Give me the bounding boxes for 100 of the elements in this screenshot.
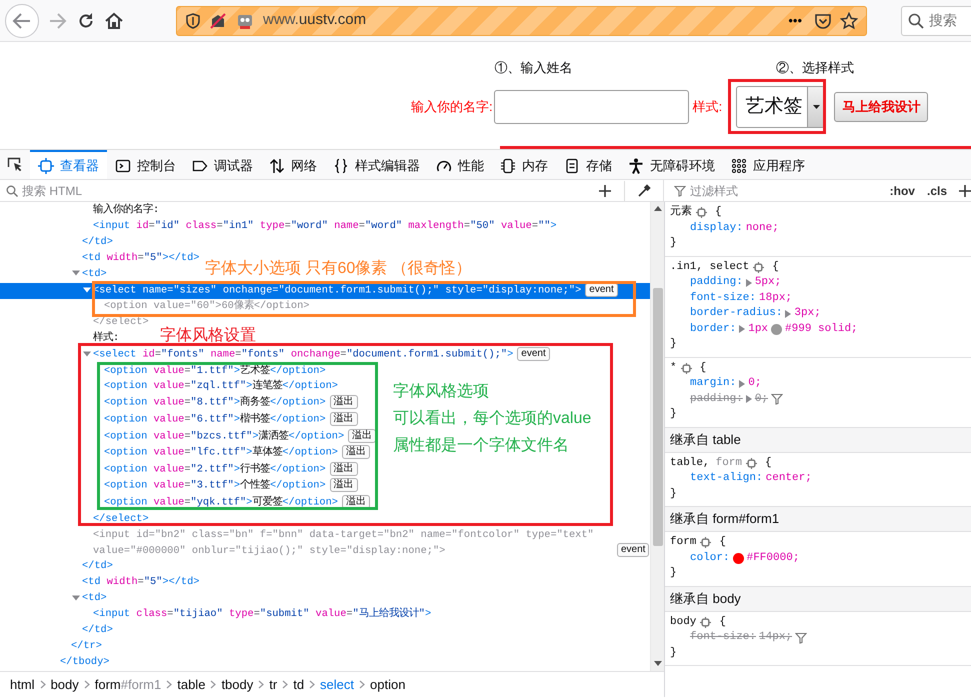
markup-line[interactable]: <select name="sizes" onchange="document.form1.submit();" style="display:none;"> [93,284,582,296]
back-icon[interactable] [4,2,40,38]
devtools-tab[interactable]: 查看器 [30,150,107,179]
property-value[interactable]: 0; [748,376,762,392]
filter-icon[interactable] [771,393,784,406]
breadcrumb-item[interactable]: body [48,674,81,694]
markup-line[interactable]: <option value="yqk.ttf">可爱签</option> [104,496,338,509]
markup-line[interactable]: <td> [82,592,107,604]
overflow-badge[interactable]: 溢出 [330,462,358,476]
expanded-triangle-icon[interactable] [82,350,93,358]
property-name[interactable]: margin: [690,376,736,392]
markup-line[interactable]: <input class="tijiao" type="submit" value="马上给我设计"> [93,608,432,620]
expand-triangle-icon[interactable] [785,310,792,318]
scroll-up-arrow-icon[interactable] [654,206,662,211]
devtools-tab[interactable]: 性能 [428,150,492,179]
breadcrumb-item[interactable]: form#form1 [92,674,164,694]
property-value[interactable]: center; [766,471,812,486]
star-icon[interactable] [840,12,858,30]
markup-line[interactable]: 样式: [93,332,120,344]
property-name[interactable]: font-size: [690,290,756,306]
markup-line[interactable]: <td width="5"></td> [82,576,200,588]
markup-line[interactable]: </tbody> [60,656,110,668]
overflow-badge[interactable]: 溢出 [330,412,358,426]
property-value[interactable]: 5px; [754,275,782,290]
shield-icon[interactable] [185,12,201,28]
scrollbar-thumb[interactable] [653,288,663,546]
expand-triangle-icon[interactable] [739,325,746,334]
filter-icon[interactable] [795,632,808,644]
devtools-tab[interactable]: 应用程序 [723,150,813,179]
property-value[interactable]: 1px [748,322,768,337]
overflow-badge[interactable]: 溢出 [330,478,358,492]
markup-line[interactable]: <select id="fonts" name="fonts" onchange="document.form1.submit();"> [93,348,514,361]
cls-toggle[interactable]: .cls [926,182,947,200]
markup-line[interactable]: 输入你的名字: [93,204,160,216]
breadcrumb-item[interactable]: select [318,674,356,694]
breadcrumb-item[interactable]: tr [267,674,280,694]
markup-line[interactable]: <td width="5"></td> [82,252,200,264]
devtools-tab[interactable]: 样式编辑器 [325,150,428,179]
markup-line[interactable]: <option value="2.ttf">行书签</option> [104,464,326,476]
node-highlight-icon[interactable] [680,362,692,374]
property-name[interactable]: color: [690,550,730,566]
home-icon[interactable] [104,10,124,30]
node-highlight-icon[interactable] [753,262,764,273]
devtools-tab[interactable]: 控制台 [107,150,184,179]
expanded-triangle-icon[interactable] [71,268,82,277]
event-badge[interactable]: event [617,542,650,557]
devtools-tab[interactable]: 无障碍环境 [620,150,723,179]
pocket-icon[interactable] [814,12,832,30]
name-input[interactable] [494,90,689,124]
expanded-triangle-icon[interactable] [71,594,82,602]
breadcrumb-item[interactable]: html [8,674,37,694]
property-value[interactable]: none; [746,220,779,236]
expand-triangle-icon[interactable] [746,395,752,404]
style-select[interactable]: 艺术签 [736,86,826,128]
expand-triangle-icon[interactable] [746,278,752,287]
devtools-tab[interactable]: 存储 [556,150,620,179]
element-picker-icon[interactable] [7,156,23,172]
node-highlight-icon[interactable] [700,537,712,548]
property-name[interactable]: display: [690,220,743,236]
markup-line[interactable]: <option value="3.ttf">个性签</option> [104,480,326,492]
page-actions-menu[interactable]: ••• [788,10,802,30]
property-name[interactable]: border: [690,322,736,337]
color-swatch[interactable] [771,324,782,335]
property-value[interactable]: #FF0000; [746,550,800,566]
markup-line[interactable]: <option value="bzcs.ttf">潇洒签</option> [104,430,344,442]
property-value[interactable]: #999 solid; [785,322,858,337]
design-button[interactable]: 马上给我设计 [834,92,928,122]
node-highlight-icon[interactable] [700,616,712,628]
web-search-field[interactable]: 搜索 [901,6,971,36]
breadcrumb-item[interactable]: td [291,674,306,694]
markup-line[interactable]: <option value="1.ttf">艺术签</option> [104,364,326,376]
markup-line[interactable]: <option value="6.ttf">楷书签</option> [104,414,326,426]
devtools-tab[interactable]: 网络 [261,150,325,179]
overflow-badge[interactable]: 溢出 [348,428,376,443]
markup-line[interactable]: </td> [82,236,113,248]
markup-line[interactable]: </tr> [71,640,102,652]
markup-line[interactable]: </td> [82,560,113,572]
markup-line[interactable]: </td> [82,624,113,636]
node-highlight-icon[interactable] [696,207,707,218]
markup-line[interactable]: <option value="zql.ttf">连笔签</option> [104,380,338,392]
markup-line[interactable]: <option value="lfc.ttf">草体签</option> [104,446,338,459]
url-text[interactable]: www.uustv.com [263,9,780,32]
devtools-tab[interactable]: 内存 [492,150,556,179]
breadcrumb-item[interactable]: option [368,674,408,694]
breadcrumb-item[interactable]: table [175,674,208,694]
plus-icon[interactable] [959,184,971,198]
hov-toggle[interactable]: :hov [890,182,915,200]
property-value[interactable]: 18px; [759,290,792,306]
overflow-badge[interactable]: 溢出 [330,395,358,410]
markup-line[interactable]: <option value="8.ttf">商务签</option> [104,397,326,410]
devtools-tab[interactable]: 调试器 [184,150,261,179]
markup-line[interactable]: <td> [82,268,107,280]
breadcrumb-item[interactable]: tbody [219,674,256,694]
property-name[interactable]: padding: [690,275,743,290]
overflow-badge[interactable]: 溢出 [342,445,370,460]
node-highlight-icon[interactable] [746,458,758,469]
color-swatch[interactable] [732,552,744,564]
property-name[interactable]: border-radius: [690,306,782,322]
property-name[interactable]: text-align: [690,471,763,486]
expand-triangle-icon[interactable] [739,380,746,388]
